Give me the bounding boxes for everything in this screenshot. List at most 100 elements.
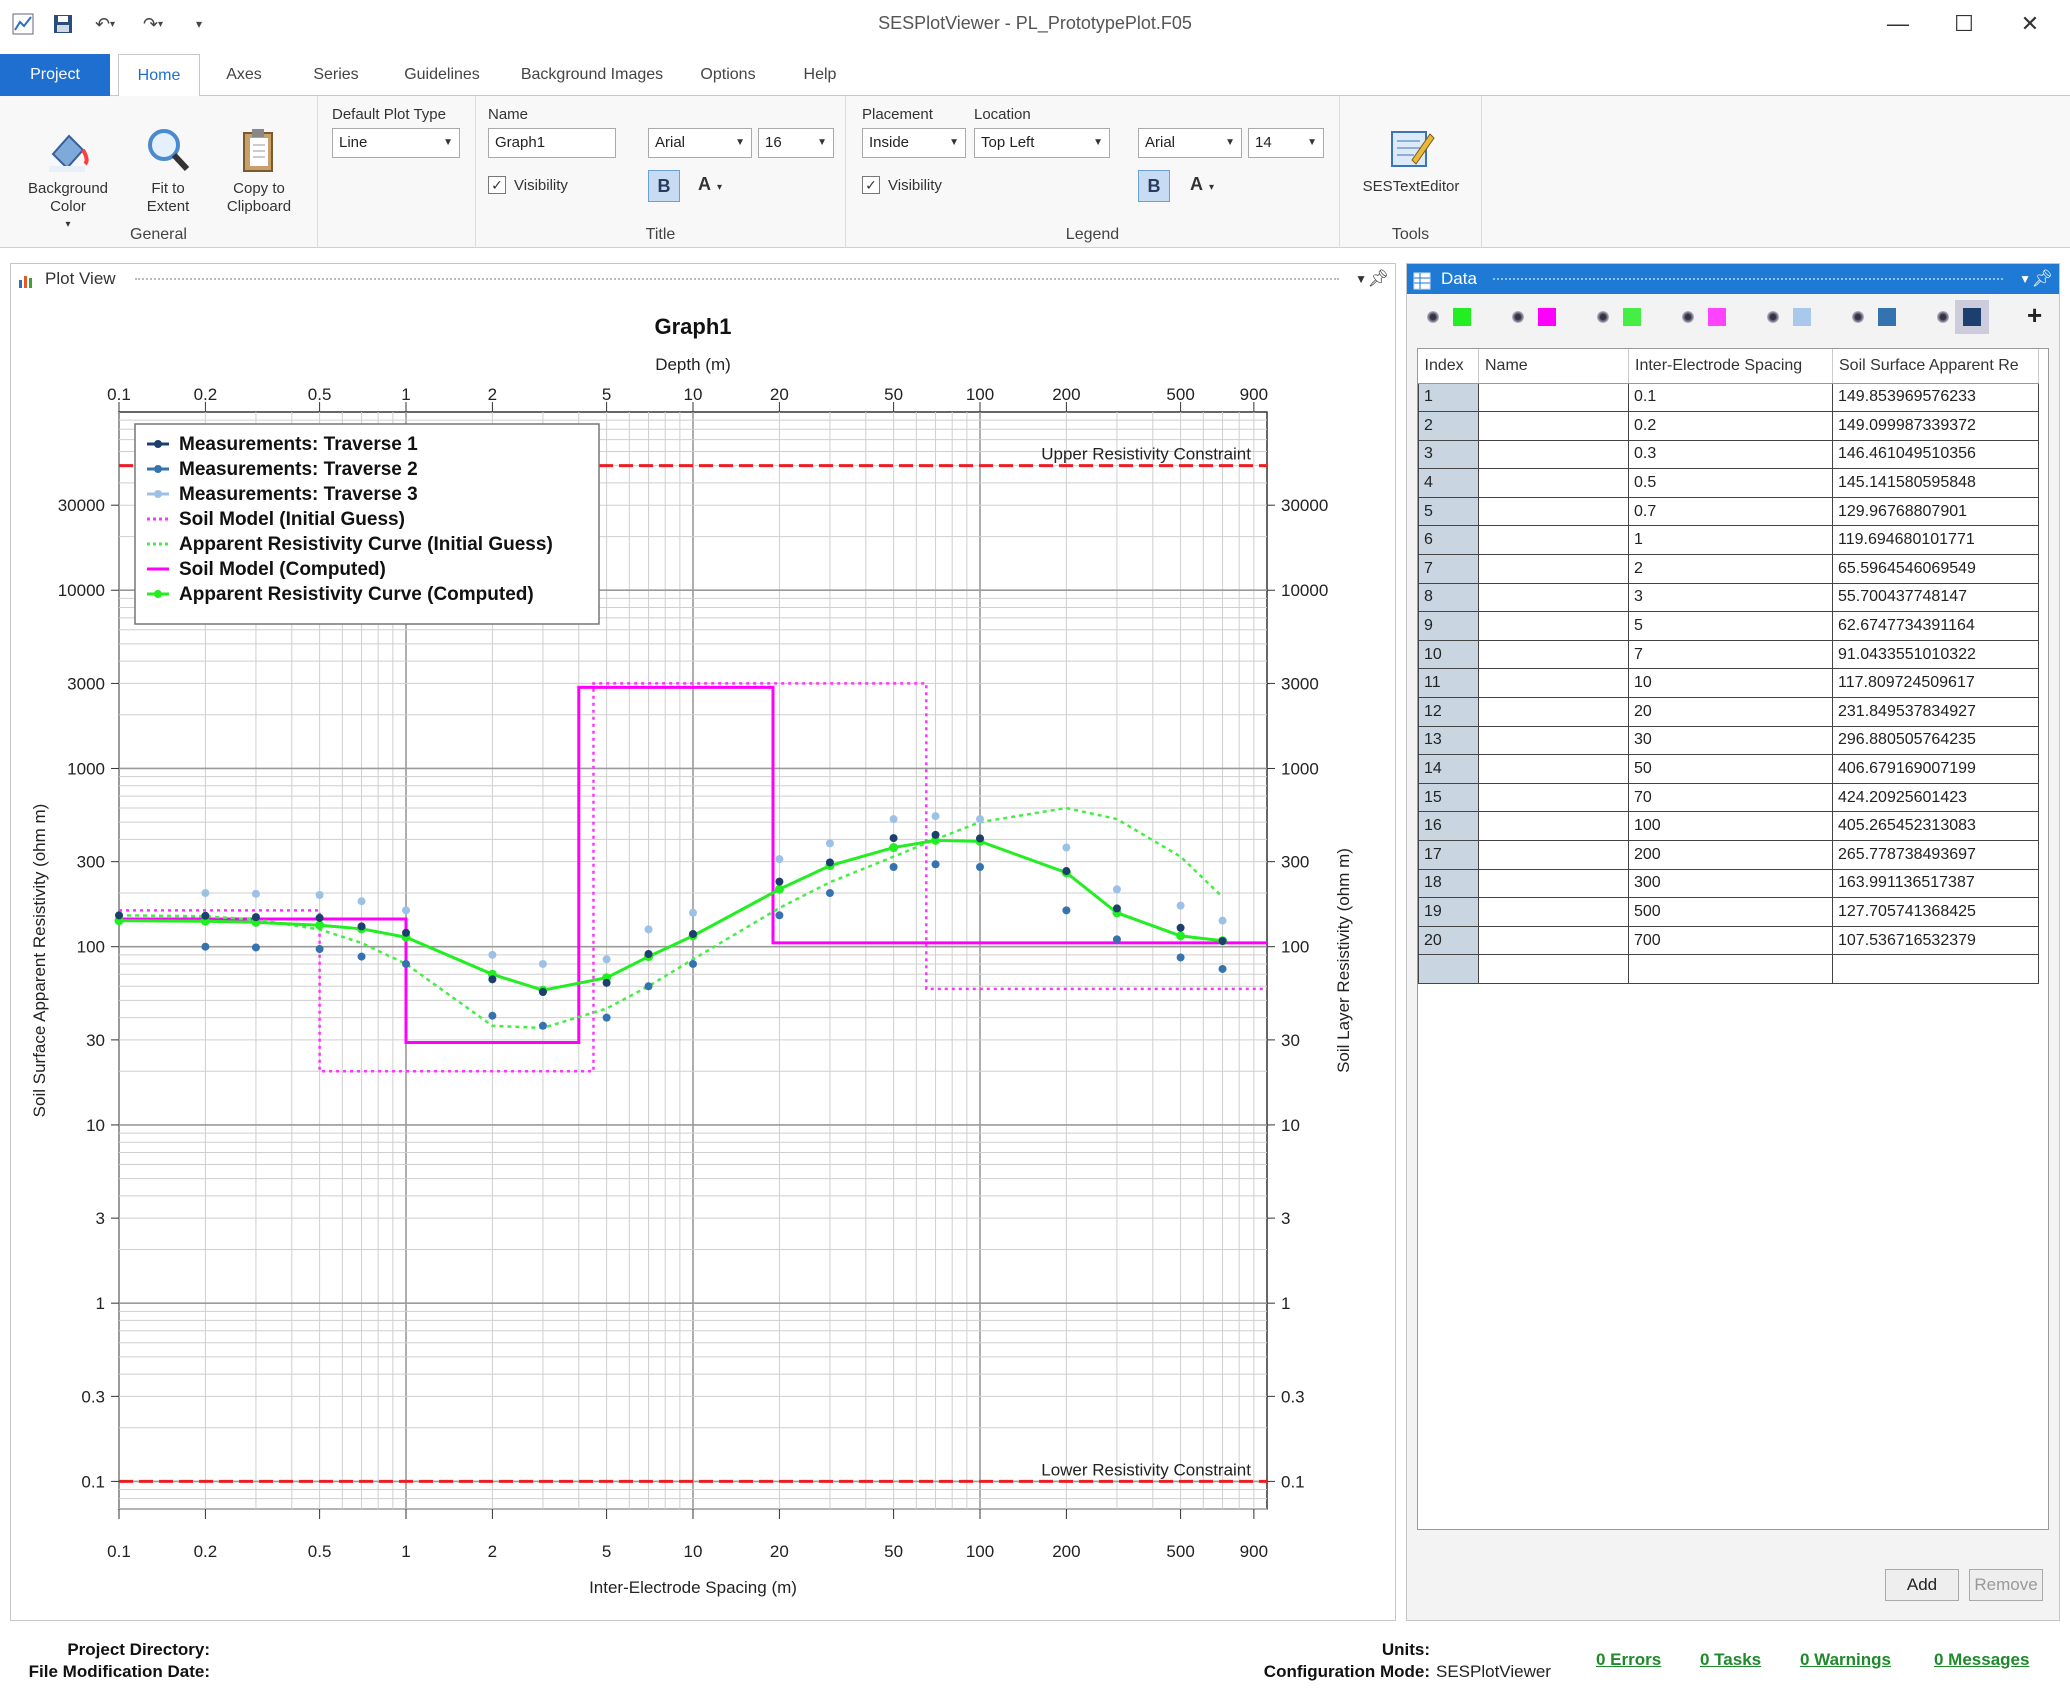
- table-cell[interactable]: 20: [1628, 697, 1833, 727]
- table-cell[interactable]: 127.705741368425: [1832, 897, 2039, 927]
- title-size-dropdown[interactable]: 16 ▼: [758, 128, 834, 158]
- table-cell[interactable]: 30: [1628, 725, 1833, 756]
- plot-chart[interactable]: Graph1 Depth (m) Inter-Electrode Spacing (…: [11, 294, 1395, 1620]
- table-cell[interactable]: 700: [1628, 925, 1833, 956]
- table-cell[interactable]: 7: [1628, 639, 1833, 670]
- table-cell[interactable]: [1478, 439, 1629, 470]
- close-icon[interactable]: ✕: [1997, 0, 2063, 48]
- legend-bold-button[interactable]: B: [1138, 170, 1170, 202]
- row-index-cell[interactable]: 9: [1418, 611, 1479, 641]
- column-header[interactable]: Inter-Electrode Spacing: [1628, 349, 1833, 384]
- title-font-color-button[interactable]: A ▾: [698, 174, 722, 195]
- fit-to-extent-button[interactable]: Fit to Extent: [128, 126, 208, 216]
- chevron-down-icon[interactable]: ▼: [1355, 264, 1367, 294]
- table-cell[interactable]: 117.809724509617: [1832, 668, 2039, 699]
- table-cell[interactable]: 50: [1628, 754, 1833, 784]
- table-cell[interactable]: [1478, 954, 1629, 984]
- tasks-link[interactable]: 0 Tasks: [1700, 1650, 1761, 1670]
- table-row[interactable]: 3 0.3 146.461049510356: [1418, 439, 2039, 470]
- table-cell[interactable]: 149.853969576233: [1832, 382, 2039, 413]
- series-swatch[interactable]: [1623, 308, 1641, 326]
- row-index-cell[interactable]: 7: [1418, 554, 1479, 584]
- table-row[interactable]: 14 50 406.679169007199: [1418, 754, 2039, 784]
- table-row[interactable]: 15 70 424.20925601423: [1418, 782, 2039, 813]
- title-visibility-checkbox[interactable]: ✓ Visibility: [488, 176, 568, 194]
- warnings-link[interactable]: 0 Warnings: [1800, 1650, 1891, 1670]
- table-cell[interactable]: 2: [1628, 554, 1833, 584]
- table-cell[interactable]: 55.700437748147: [1832, 582, 2039, 613]
- table-row[interactable]: 5 0.7 129.96768807901: [1418, 496, 2039, 527]
- add-series-icon[interactable]: +: [2027, 300, 2042, 331]
- table-cell[interactable]: 129.96768807901: [1832, 496, 2039, 527]
- table-cell[interactable]: [1478, 782, 1629, 813]
- table-cell[interactable]: [1628, 954, 1833, 984]
- table-row[interactable]: 18 300 163.991136517387: [1418, 868, 2039, 899]
- row-index-cell[interactable]: 1: [1418, 382, 1479, 413]
- legend-placement-dropdown[interactable]: Inside ▼: [862, 128, 966, 158]
- table-cell[interactable]: [1478, 496, 1629, 527]
- tab-project[interactable]: Project: [0, 54, 110, 96]
- legend-font-color-button[interactable]: A ▾: [1190, 174, 1214, 195]
- pin-icon[interactable]: 📌︎: [2031, 264, 2053, 294]
- add-button[interactable]: Add: [1885, 1569, 1959, 1601]
- row-index-cell[interactable]: 18: [1418, 868, 1479, 899]
- series-marker-icon[interactable]: [1937, 311, 1949, 323]
- series-marker-icon[interactable]: [1682, 311, 1694, 323]
- table-cell[interactable]: [1478, 382, 1629, 413]
- tab-help[interactable]: Help: [788, 54, 852, 96]
- table-cell[interactable]: 406.679169007199: [1832, 754, 2039, 784]
- title-bold-button[interactable]: B: [648, 170, 680, 202]
- minimize-icon[interactable]: —: [1865, 0, 1931, 48]
- table-cell[interactable]: 500: [1628, 897, 1833, 927]
- table-row[interactable]: 9 5 62.6747734391164: [1418, 611, 2039, 641]
- column-header[interactable]: Soil Surface Apparent Re: [1832, 349, 2039, 384]
- tab-guidelines[interactable]: Guidelines: [382, 54, 502, 96]
- table-cell[interactable]: 3: [1628, 582, 1833, 613]
- row-index-cell[interactable]: 3: [1418, 439, 1479, 470]
- table-row[interactable]: 1 0.1 149.853969576233: [1418, 382, 2039, 413]
- table-cell[interactable]: [1478, 697, 1629, 727]
- row-index-cell[interactable]: 5: [1418, 496, 1479, 527]
- table-row[interactable]: 13 30 296.880505764235: [1418, 725, 2039, 756]
- tab-axes[interactable]: Axes: [212, 54, 276, 96]
- legend-location-dropdown[interactable]: Top Left ▼: [974, 128, 1110, 158]
- table-cell[interactable]: [1478, 582, 1629, 613]
- table-cell[interactable]: 10: [1628, 668, 1833, 699]
- column-header[interactable]: Name: [1478, 349, 1629, 384]
- default-plot-type-dropdown[interactable]: Line ▼: [332, 128, 460, 158]
- row-index-cell[interactable]: 6: [1418, 525, 1479, 556]
- row-index-cell[interactable]: 13: [1418, 725, 1479, 756]
- series-swatch[interactable]: [1538, 308, 1556, 326]
- table-cell[interactable]: 231.849537834927: [1832, 697, 2039, 727]
- series-swatch[interactable]: [1955, 300, 1989, 334]
- table-cell[interactable]: [1832, 954, 2039, 984]
- table-cell[interactable]: 70: [1628, 782, 1833, 813]
- table-cell[interactable]: 146.461049510356: [1832, 439, 2039, 470]
- table-row[interactable]: 7 2 65.5964546069549: [1418, 554, 2039, 584]
- pin-icon[interactable]: 📌︎: [1367, 264, 1389, 294]
- table-cell[interactable]: [1478, 639, 1629, 670]
- table-cell[interactable]: 163.991136517387: [1832, 868, 2039, 899]
- table-row[interactable]: 8 3 55.700437748147: [1418, 582, 2039, 613]
- table-cell[interactable]: 1: [1628, 525, 1833, 556]
- table-cell[interactable]: 145.141580595848: [1832, 468, 2039, 498]
- table-cell[interactable]: 296.880505764235: [1832, 725, 2039, 756]
- table-cell[interactable]: 424.20925601423: [1832, 782, 2039, 813]
- table-cell[interactable]: [1478, 725, 1629, 756]
- series-marker-icon[interactable]: [1597, 311, 1609, 323]
- errors-link[interactable]: 0 Errors: [1596, 1650, 1661, 1670]
- table-cell[interactable]: 265.778738493697: [1832, 840, 2039, 870]
- title-font-dropdown[interactable]: Arial ▼: [648, 128, 752, 158]
- table-cell[interactable]: 405.265452313083: [1832, 811, 2039, 841]
- table-cell[interactable]: 0.3: [1628, 439, 1833, 470]
- table-row[interactable]: 11 10 117.809724509617: [1418, 668, 2039, 699]
- tab-background-images[interactable]: Background Images: [504, 54, 680, 96]
- tab-home[interactable]: Home: [118, 54, 200, 97]
- row-index-cell[interactable]: 4: [1418, 468, 1479, 498]
- background-color-button[interactable]: Background Color ▾: [18, 126, 118, 234]
- table-row[interactable]: 16 100 405.265452313083: [1418, 811, 2039, 841]
- row-index-cell[interactable]: 12: [1418, 697, 1479, 727]
- series-marker-icon[interactable]: [1427, 311, 1439, 323]
- table-cell[interactable]: 65.5964546069549: [1832, 554, 2039, 584]
- table-cell[interactable]: [1478, 897, 1629, 927]
